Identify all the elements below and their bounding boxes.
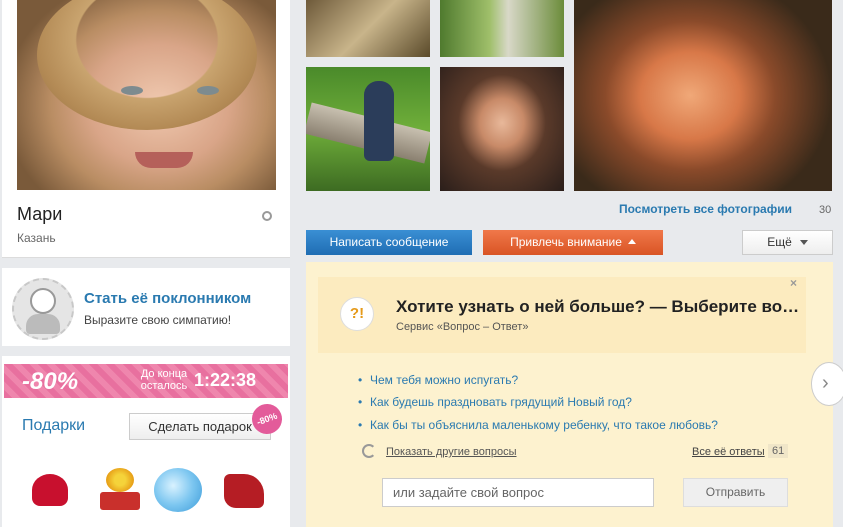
photos-count: 30 bbox=[819, 204, 832, 216]
fan-avatar-body bbox=[26, 314, 60, 334]
question-link-3[interactable]: Как бы ты объяснила маленькому ребенку, … bbox=[358, 418, 718, 432]
photo-thumb-2[interactable] bbox=[440, 0, 564, 57]
become-fan-link[interactable]: Стать её поклонником bbox=[84, 290, 251, 307]
refresh-icon[interactable] bbox=[362, 444, 376, 458]
promo-until-label: До конца осталось bbox=[140, 368, 188, 392]
question-link-1[interactable]: Чем тебя можно испугать? bbox=[358, 373, 518, 387]
photo-thumb-1[interactable] bbox=[306, 0, 430, 57]
mouth-shape bbox=[135, 152, 193, 168]
profile-card: Мари Казань bbox=[2, 0, 290, 258]
qa-header: ?! Хотите узнать о ней больше? — Выберит… bbox=[318, 276, 806, 353]
write-message-button[interactable]: Написать сообщение bbox=[306, 230, 472, 255]
profile-photo[interactable] bbox=[17, 0, 276, 190]
promo-timer: 1:22:38 bbox=[194, 370, 257, 390]
write-message-label: Написать сообщение bbox=[329, 235, 449, 249]
make-gift-button[interactable]: Сделать подарок bbox=[129, 413, 271, 440]
attract-attention-label: Привлечь внимание bbox=[510, 235, 622, 249]
photo-thumb-3[interactable] bbox=[306, 67, 430, 191]
boot-icon[interactable] bbox=[216, 464, 268, 516]
chevron-down-icon bbox=[799, 240, 808, 245]
hair-shape bbox=[37, 0, 257, 130]
eye-left bbox=[121, 86, 143, 95]
fan-avatar-face bbox=[30, 288, 56, 314]
gifts-title[interactable]: Подарки bbox=[22, 417, 85, 435]
photo-large[interactable] bbox=[574, 0, 832, 191]
question-answer-panel: ?! Хотите узнать о ней больше? — Выберит… bbox=[306, 262, 843, 527]
view-all-photos-link[interactable]: Посмотреть все фотографии bbox=[619, 202, 792, 216]
flowers-icon[interactable] bbox=[94, 464, 146, 516]
send-question-button[interactable]: Отправить bbox=[683, 478, 788, 507]
attract-attention-button[interactable]: Привлечь внимание bbox=[483, 230, 663, 255]
close-icon[interactable]: × bbox=[790, 276, 797, 290]
answers-count-badge: 61 bbox=[768, 444, 789, 458]
all-answers-link[interactable]: Все её ответы bbox=[692, 446, 765, 458]
question-icon: ?! bbox=[340, 297, 374, 331]
become-fan-subtitle: Выразите свою симпатию! bbox=[84, 313, 232, 327]
become-fan-card[interactable]: Стать её поклонником Выразите свою симпа… bbox=[2, 268, 290, 346]
heart-chocolates-icon[interactable] bbox=[24, 464, 76, 516]
question-link-2[interactable]: Как будешь праздновать грядущий Новый го… bbox=[358, 395, 632, 409]
more-button[interactable]: Ещё bbox=[742, 230, 833, 255]
show-other-questions-link[interactable]: Показать другие вопросы bbox=[386, 446, 517, 458]
profile-city: Казань bbox=[17, 231, 56, 245]
profile-name: Мари bbox=[17, 204, 63, 224]
qa-heading: Хотите узнать о ней больше? — Выберите в… bbox=[396, 297, 801, 316]
offline-status-icon bbox=[262, 211, 272, 221]
more-label: Ещё bbox=[767, 235, 792, 249]
fan-avatar-icon bbox=[12, 278, 74, 340]
gifts-card: -80% До конца осталось 1:22:38 Подарки С… bbox=[2, 356, 290, 527]
discount-promo-banner[interactable]: -80% До конца осталось 1:22:38 bbox=[4, 364, 288, 398]
qa-service-label: Сервис «Вопрос – Ответ» bbox=[396, 321, 529, 333]
photo-thumb-4[interactable] bbox=[440, 67, 564, 191]
ask-question-input[interactable] bbox=[382, 478, 654, 507]
aquarium-icon[interactable] bbox=[152, 464, 204, 516]
promo-percent: -80% bbox=[22, 368, 79, 395]
chevron-up-icon bbox=[627, 239, 636, 244]
chevron-right-icon[interactable]: › bbox=[811, 362, 843, 406]
eye-right bbox=[197, 86, 219, 95]
